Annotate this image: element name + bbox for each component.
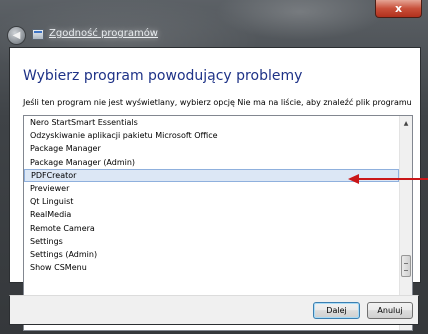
back-arrow-icon: ◀ (12, 30, 21, 41)
page-heading: Wybierz program powodujący problemy (23, 68, 303, 84)
program-compatibility-icon (32, 29, 44, 40)
back-button[interactable]: ◀ (7, 26, 26, 45)
aero-window: x ◀ Zgodność programów Wybierz program p… (0, 0, 428, 334)
program-list-item[interactable]: Qt Linguist (24, 195, 399, 208)
program-list-item[interactable]: Remote Camera (24, 222, 399, 235)
program-list-item[interactable]: Show CSMenu (24, 261, 399, 274)
close-button[interactable]: x (375, 0, 422, 18)
next-button[interactable]: Dalej (313, 302, 360, 319)
program-list-item[interactable]: Previewer (24, 182, 399, 195)
program-list-item[interactable]: RealMedia (24, 208, 399, 221)
annotation-arrow-head-icon (348, 174, 359, 184)
close-icon: x (394, 2, 403, 15)
program-list-item[interactable]: Settings (24, 235, 399, 248)
program-list-item[interactable]: PDFCreator (24, 168, 399, 182)
program-list-item[interactable]: Odzyskiwanie aplikacji pakietu Microsoft… (24, 129, 399, 142)
scroll-thumb[interactable] (401, 255, 411, 277)
program-list-item[interactable]: Nero StartSmart Essentials (24, 116, 399, 129)
cancel-button[interactable]: Anuluj (367, 302, 413, 319)
window-title: Zgodność programów (49, 28, 158, 39)
program-list-item[interactable]: Package Manager (24, 142, 399, 155)
wizard-content: Wybierz program powodujący problemy Jeśl… (9, 47, 421, 331)
instruction-text: Jeśli ten program nie jest wyświetlany, … (23, 98, 412, 107)
chevron-up-icon: ▲ (403, 120, 409, 127)
button-bar: Dalej Anuluj (9, 295, 419, 325)
annotation-arrow-line (357, 178, 428, 180)
program-list-item[interactable]: Settings (Admin) (24, 248, 399, 261)
program-list-item[interactable]: Package Manager (Admin) (24, 156, 399, 169)
scroll-up-button[interactable]: ▲ (400, 118, 412, 130)
